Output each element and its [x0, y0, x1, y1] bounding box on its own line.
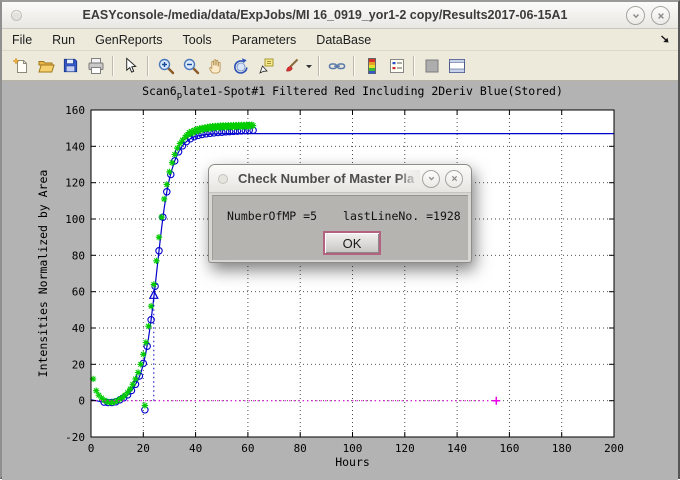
toolbar	[2, 51, 678, 81]
window-menu-icon[interactable]	[11, 10, 22, 21]
menu-genreports[interactable]: GenReports	[85, 33, 172, 47]
zoom-in-button[interactable]	[153, 54, 178, 78]
data-cursor-button[interactable]	[253, 54, 278, 78]
rotate-3d-icon	[232, 57, 250, 75]
new-figure-icon	[12, 57, 30, 75]
figure-area: 020406080100120140160180200-200204060801…	[2, 81, 678, 480]
plottools-hide-button[interactable]	[419, 54, 444, 78]
brush-icon	[282, 57, 300, 75]
menu-tools[interactable]: Tools	[173, 33, 222, 47]
save-figure-button[interactable]	[58, 54, 83, 78]
x-tick-label: 200	[604, 442, 624, 455]
plottools-show-icon	[448, 57, 466, 75]
printer-icon	[87, 57, 105, 75]
rotate-3d-button[interactable]	[228, 54, 253, 78]
link-chain-icon	[328, 57, 346, 75]
brush-dropdown-button[interactable]	[303, 54, 314, 78]
x-tick-label: 160	[499, 442, 519, 455]
menu-detach-arrow-icon[interactable]	[659, 33, 671, 45]
x-tick-label: 180	[552, 442, 572, 455]
y-axis-label: Intensities Normalized by Area	[36, 170, 50, 378]
dialog-message-numberofmp: NumberOfMP =5	[227, 209, 317, 223]
y-tick-label: 160	[65, 104, 85, 117]
dialog-menu-icon[interactable]	[218, 174, 228, 184]
menu-parameters[interactable]: Parameters	[222, 33, 307, 47]
plottools-hide-icon	[423, 57, 441, 75]
hand-icon	[207, 57, 225, 75]
colorbar-icon	[363, 57, 381, 75]
chevron-down-icon	[631, 11, 641, 21]
plot-canvas	[91, 110, 614, 437]
menu-bar: File Run GenReports Tools Parameters Dat…	[2, 29, 678, 51]
y-tick-label: 20	[72, 358, 85, 371]
dialog-check-number-of-master-plates: Check Number of Master Pla NumberOfMP =5…	[208, 164, 472, 263]
zoom-out-button[interactable]	[178, 54, 203, 78]
menu-database[interactable]: DataBase	[306, 33, 381, 47]
edit-plot-button[interactable]	[118, 54, 143, 78]
open-folder-icon	[37, 57, 55, 75]
y-tick-label: 80	[72, 249, 85, 262]
window-close-button[interactable]	[651, 6, 670, 25]
y-tick-label: 0	[78, 395, 85, 408]
x-tick-label: 140	[447, 442, 467, 455]
x-tick-label: 80	[294, 442, 307, 455]
toolbar-separator	[353, 56, 355, 76]
app-window: EASYconsole-/media/data/ExpJobs/MI 16_09…	[0, 0, 680, 479]
insert-legend-button[interactable]	[384, 54, 409, 78]
new-figure-button[interactable]	[8, 54, 33, 78]
save-floppy-icon	[62, 57, 79, 74]
close-icon	[450, 174, 459, 183]
dialog-title: Check Number of Master Pla	[238, 171, 414, 186]
dropdown-caret-icon	[305, 57, 313, 75]
menu-run[interactable]: Run	[42, 33, 85, 47]
print-figure-button[interactable]	[83, 54, 108, 78]
toolbar-separator	[112, 56, 114, 76]
plot-svg: 020406080100120140160180200-200204060801…	[2, 81, 678, 480]
pan-button[interactable]	[203, 54, 228, 78]
close-icon	[656, 11, 666, 21]
menu-file[interactable]: File	[2, 33, 42, 47]
y-tick-label: 40	[72, 322, 85, 335]
zoom-out-icon	[182, 57, 200, 75]
insert-colorbar-button[interactable]	[359, 54, 384, 78]
y-tick-label: 60	[72, 286, 85, 299]
dialog-title-wrap: Check Number of Master Pla	[238, 170, 420, 187]
window-shade-button[interactable]	[626, 6, 645, 25]
data-cursor-icon	[257, 57, 275, 75]
toolbar-separator	[318, 56, 320, 76]
x-tick-label: 120	[395, 442, 415, 455]
x-tick-label: 40	[189, 442, 202, 455]
y-tick-label: -20	[65, 431, 85, 444]
x-tick-label: 60	[241, 442, 254, 455]
y-tick-label: 100	[65, 213, 85, 226]
dialog-titlebar[interactable]: Check Number of Master Pla	[209, 165, 471, 193]
x-tick-label: 20	[137, 442, 150, 455]
dialog-shade-button[interactable]	[422, 170, 440, 188]
ok-button[interactable]: OK	[323, 231, 381, 255]
window-titlebar[interactable]: EASYconsole-/media/data/ExpJobs/MI 16_09…	[2, 2, 678, 29]
dialog-message: NumberOfMP =5 lastLineNo. =1928	[227, 209, 461, 223]
dialog-body: NumberOfMP =5 lastLineNo. =1928 OK	[212, 195, 468, 260]
legend-icon	[388, 57, 406, 75]
y-tick-label: 120	[65, 177, 85, 190]
brush-button[interactable]	[278, 54, 303, 78]
toolbar-separator	[147, 56, 149, 76]
zoom-in-icon	[157, 57, 175, 75]
window-title: EASYconsole-/media/data/ExpJobs/MI 16_09…	[2, 8, 678, 22]
dialog-message-lastlineno: lastLineNo. =1928	[343, 209, 461, 223]
x-tick-label: 100	[343, 442, 363, 455]
plottools-show-button[interactable]	[444, 54, 469, 78]
pointer-arrow-icon	[122, 57, 139, 74]
chevron-down-icon	[427, 174, 436, 183]
y-tick-label: 140	[65, 140, 85, 153]
toolbar-separator	[413, 56, 415, 76]
dialog-close-button[interactable]	[445, 170, 463, 188]
open-file-button[interactable]	[33, 54, 58, 78]
x-tick-label: 0	[88, 442, 95, 455]
x-axis-label: Hours	[335, 455, 370, 469]
link-plots-button[interactable]	[324, 54, 349, 78]
plot-title: Scan6plate1-Spot#1 Filtered Red Includin…	[142, 84, 563, 101]
